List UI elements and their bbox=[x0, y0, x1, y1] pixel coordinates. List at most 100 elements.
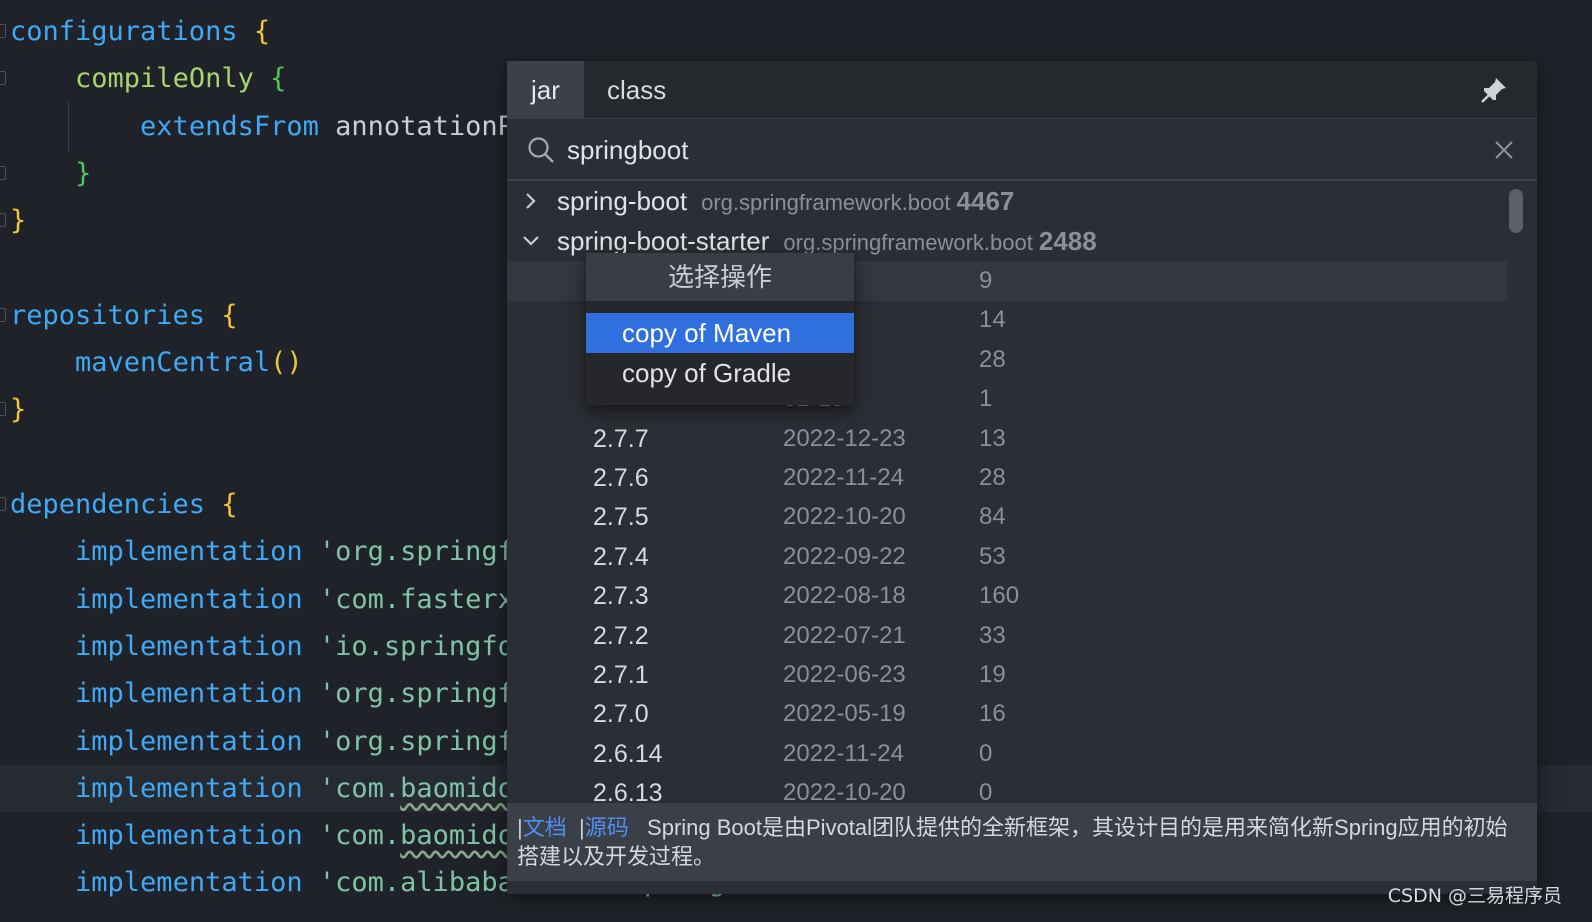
code-token: implementation bbox=[75, 867, 303, 899]
fold-marker-icon[interactable] bbox=[0, 497, 6, 511]
code-token: mavenCentral bbox=[75, 347, 271, 379]
version-row[interactable]: 2.7.6 2022-11-24 28 bbox=[507, 458, 1507, 498]
fold-marker-icon[interactable] bbox=[0, 24, 6, 38]
code-token: annotationP bbox=[318, 110, 514, 142]
code-token: dependencies bbox=[10, 489, 206, 520]
version: 2.7.2 bbox=[593, 621, 649, 650]
artifact-count: 2488 bbox=[1038, 226, 1097, 256]
search-bar bbox=[507, 119, 1537, 181]
version-row[interactable]: 2.7.2 2022-07-21 33 bbox=[507, 616, 1507, 656]
code-token: { bbox=[253, 16, 271, 47]
version-date: 2022-06-23 bbox=[783, 661, 906, 688]
version-date: 2022-09-22 bbox=[783, 542, 906, 570]
scrollbar[interactable] bbox=[1509, 189, 1523, 233]
code-token: 'org.springf bbox=[302, 678, 514, 710]
version-usage-count: 28 bbox=[979, 464, 1006, 491]
version-date: 2022-11-24 bbox=[783, 739, 904, 767]
watermark: CSDN @三易程序员 bbox=[1387, 885, 1562, 907]
fold-marker-icon[interactable] bbox=[0, 213, 6, 228]
version-date: 2022-12-23 bbox=[783, 424, 906, 452]
version-date: 2022-10-20 bbox=[783, 503, 906, 531]
version-date: 2022-05-19 bbox=[783, 700, 906, 728]
menu-item-copy-gradle[interactable]: copy of Gradle bbox=[586, 353, 854, 393]
code-token: } bbox=[10, 394, 27, 426]
version-usage-count: 14 bbox=[979, 306, 1006, 334]
fold-marker-icon[interactable] bbox=[0, 402, 6, 417]
code-token: 'com. bbox=[302, 772, 401, 804]
version-date: 2022-07-21 bbox=[783, 621, 906, 649]
fold-marker-icon[interactable] bbox=[0, 71, 6, 86]
code-token: baomido bbox=[400, 772, 514, 804]
popup-tabs: jar class bbox=[507, 61, 1537, 119]
code-token: compileOnly bbox=[75, 63, 254, 95]
version: 2.6.14 bbox=[593, 739, 663, 768]
version-row[interactable]: 2.7.4 2022-09-22 53 bbox=[507, 537, 1507, 577]
version-row[interactable]: 2.6.13 2022-10-20 0 bbox=[507, 773, 1507, 803]
tab-class[interactable]: class bbox=[583, 61, 690, 119]
version-date: 2022-10-20 bbox=[783, 779, 906, 803]
chevron-down-icon[interactable] bbox=[519, 221, 543, 261]
version-row[interactable]: 2.7.1 2022-06-23 19 bbox=[507, 655, 1507, 695]
code-token: repositories bbox=[10, 299, 206, 331]
code-token: implementation bbox=[75, 772, 303, 804]
close-icon[interactable] bbox=[1493, 139, 1515, 161]
artifact-group: org.springframework.boot bbox=[701, 190, 951, 215]
version: 2.7.1 bbox=[593, 661, 649, 689]
description-panel: |文档 |源码 Spring Boot是由Pivotal团队提供的全新框架，其设… bbox=[507, 803, 1537, 881]
pin-icon[interactable] bbox=[1479, 75, 1509, 105]
version-row[interactable]: 2.7.3 2022-08-18 160 bbox=[507, 576, 1507, 616]
artifact-name: spring-boot bbox=[557, 186, 688, 216]
version-row[interactable]: 2.7.5 2022-10-20 84 bbox=[507, 497, 1507, 537]
version: 2.6.13 bbox=[593, 779, 663, 803]
version: 2.7.5 bbox=[593, 503, 649, 532]
version-usage-count: 9 bbox=[979, 267, 993, 294]
code-token: 'io.springfo bbox=[302, 630, 514, 662]
tab-jar[interactable]: jar bbox=[507, 61, 584, 119]
version-row[interactable]: 2.6.14 2022-11-24 0 bbox=[507, 734, 1507, 774]
chevron-right-icon[interactable] bbox=[519, 181, 543, 221]
doc-link[interactable]: 文档 bbox=[523, 815, 567, 840]
version-date: 2022-11-24 bbox=[783, 464, 904, 491]
version: 2.7.0 bbox=[593, 700, 649, 729]
fold-marker-icon[interactable] bbox=[0, 165, 6, 180]
code-token: } bbox=[75, 157, 92, 189]
version-usage-count: 19 bbox=[979, 661, 1006, 688]
code-token: implementation bbox=[75, 630, 303, 662]
artifact-group: org.springframework.boot bbox=[783, 230, 1033, 255]
search-input[interactable] bbox=[567, 129, 1447, 171]
search-icon bbox=[528, 137, 554, 163]
code-token: implementation bbox=[75, 583, 303, 615]
version-row[interactable]: 2.7.0 2022-05-19 16 bbox=[507, 694, 1507, 734]
fold-marker-icon[interactable] bbox=[0, 307, 6, 322]
description-text: Spring Boot是由Pivotal团队提供的全新框架，其设计目的是用来简化… bbox=[517, 815, 1508, 869]
version-usage-count: 84 bbox=[979, 503, 1006, 531]
code-token: { bbox=[270, 63, 287, 95]
version-row[interactable]: 2.7.7 2022-12-23 13 bbox=[507, 419, 1507, 459]
code-token: 'org.springf bbox=[302, 725, 514, 757]
code-token: extendsFrom bbox=[140, 110, 319, 142]
code-token: { bbox=[221, 489, 238, 520]
version-usage-count: 28 bbox=[979, 345, 1006, 373]
version-date: 2022-08-18 bbox=[783, 582, 906, 610]
version-usage-count: 1 bbox=[979, 385, 993, 413]
code-line[interactable]: configurations { bbox=[0, 8, 1592, 55]
version-usage-count: 16 bbox=[979, 700, 1006, 728]
version-usage-count: 53 bbox=[979, 542, 1006, 570]
version-usage-count: 33 bbox=[979, 621, 1006, 649]
code-token: { bbox=[221, 299, 238, 331]
source-link[interactable]: 源码 bbox=[585, 815, 629, 840]
artifact-count: 4467 bbox=[956, 186, 1015, 216]
code-token: baomido bbox=[400, 820, 514, 852]
code-token: 'org.springf bbox=[302, 536, 514, 568]
menu-item-copy-maven[interactable]: copy of Maven bbox=[586, 313, 854, 353]
artifact-row-spring-boot[interactable]: spring-boot org.springframework.boot 4467 bbox=[507, 181, 1507, 221]
